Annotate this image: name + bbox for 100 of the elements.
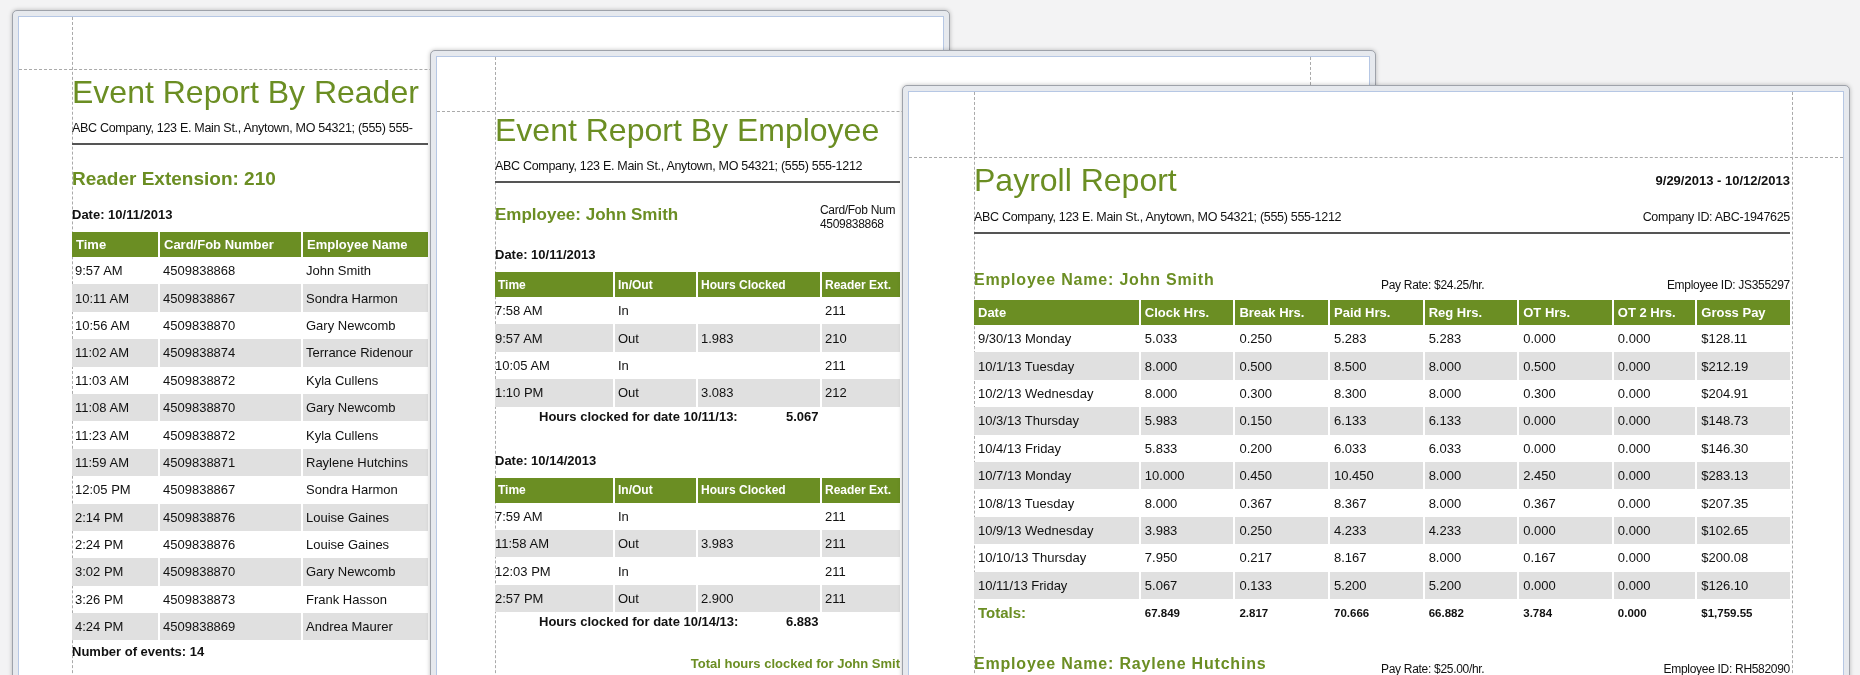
table-cell: Out [613, 379, 696, 407]
totals-value: 0.000 [1611, 598, 1696, 627]
table-cell: 8.000 [1138, 352, 1234, 380]
employee-heading: Employee: John Smith [495, 204, 679, 226]
table-cell: 0.450 [1233, 461, 1329, 490]
table-cell: 0.500 [1517, 352, 1612, 380]
table-cell: 8.000 [1422, 352, 1518, 380]
table-cell-text: 10/2/13 Wednesday [977, 384, 1095, 403]
table-cell: Out [613, 529, 696, 558]
company-address: ABC Company, 123 E. Main St., Anytown, MO 54321; (555) 555-1212 [974, 210, 1342, 224]
totals-label: Totals: [977, 603, 1028, 624]
column-header: OT Hrs. [1517, 300, 1612, 325]
table-cell: Gary Newcomb [301, 558, 428, 586]
total-hours: Total hours clocked for John Smit [690, 656, 900, 672]
table-cell: 212 [820, 379, 900, 407]
table-cell: 4509838869 [158, 613, 301, 641]
totals-value: 67.849 [1138, 598, 1234, 627]
employee-heading: Employee Name: Raylene Hutchins [974, 654, 1268, 675]
column-header: Break Hrs. [1233, 300, 1329, 325]
report-title: Payroll Report [974, 162, 1177, 198]
table-cell: 4.233 [1422, 516, 1518, 545]
column-header: Paid Hrs. [1328, 300, 1423, 325]
table-cell: $148.73 [1695, 407, 1790, 435]
table-cell: 211 [820, 529, 900, 558]
table-cell: 3.083 [696, 379, 820, 407]
table-cell: Louise Gaines [301, 503, 428, 531]
table-cell: 4509838870 [158, 393, 301, 422]
table-cell-text: 3:02 PM [74, 563, 125, 582]
totals-value: 2.817 [1233, 598, 1329, 627]
table-cell: Sondra Harmon [301, 284, 428, 312]
totals-value: 70.666 [1328, 598, 1423, 627]
table-cell-text: 10/9/13 Wednesday [977, 521, 1095, 540]
company-id: Company ID: ABC-1947625 [1642, 210, 1790, 224]
table-cell: 0.000 [1611, 571, 1696, 599]
table-cell: 0.000 [1611, 352, 1696, 380]
table-cell-text: 7:59 AM [495, 507, 544, 526]
table-cell-text: 10/1/13 Tuesday [977, 357, 1076, 376]
date-label: Date: 10/14/2013 [495, 452, 597, 469]
table-cell-text: 10/11/13 Friday [977, 576, 1069, 595]
table-cell: 4509838876 [158, 503, 301, 531]
table-cell-text: 1:10 PM [495, 384, 545, 403]
table-cell: 6.133 [1328, 407, 1423, 435]
table-cell: Raylene Hutchins [301, 448, 428, 477]
report-title: Event Report By Employee [495, 112, 880, 148]
table-cell: 4.233 [1328, 516, 1423, 545]
table-cell: 0.500 [1233, 352, 1329, 380]
table-cell: 8.500 [1328, 352, 1423, 380]
group-heading: Reader Extension: 210 [72, 167, 276, 191]
summary-label: Hours clocked for date 10/11/13: [539, 407, 739, 426]
date-label: Date: 10/11/2013 [495, 247, 596, 263]
table-cell-text: 11:59 AM [74, 453, 130, 472]
table-cell: 4509838874 [158, 339, 301, 367]
table-cell-text: 10/4/13 Friday [977, 439, 1063, 458]
table-cell: 0.000 [1611, 407, 1696, 435]
card-number: 4509838868 [820, 217, 885, 231]
date-label: Date: 10/11/2013 [72, 207, 173, 223]
table-cell: Out [613, 324, 696, 352]
totals-value: 3.784 [1517, 598, 1612, 627]
table-cell-text: 10:05 AM [495, 356, 551, 375]
column-header: Hours Clocked [696, 477, 820, 503]
company-address: ABC Company, 123 E. Main St., Anytown, MO 54321; (555) 555- [72, 121, 428, 145]
date-range: 9/29/2013 - 10/12/2013 [1655, 172, 1790, 188]
table-cell-text: 10:56 AM [74, 316, 131, 335]
table-cell: 1.983 [696, 324, 820, 352]
table-cell: 0.133 [1233, 571, 1329, 599]
table-cell-text: 7:58 AM [495, 302, 544, 321]
table-cell: 4509838867 [158, 284, 301, 312]
table-cell: $126.10 [1695, 571, 1790, 599]
table-cell: 211 [820, 584, 900, 613]
table-cell: 6.133 [1422, 407, 1518, 435]
table-cell-text: 11:08 AM [74, 399, 130, 418]
table-cell: $102.65 [1695, 516, 1790, 545]
table-cell: 5.200 [1328, 571, 1423, 599]
event-count: Number of events: 14 [72, 644, 205, 660]
summary-value: 5.067 [786, 407, 819, 426]
table-cell: 0.000 [1517, 571, 1612, 599]
table-cell-text: 12:03 PM [495, 562, 552, 581]
column-header: In/Out [613, 477, 696, 503]
table-cell: 0.000 [1611, 461, 1696, 490]
column-header: Hours Clocked [696, 272, 820, 297]
table-cell: 0.000 [1517, 407, 1612, 435]
table-cell: 0.000 [1517, 516, 1612, 545]
employee-heading: Employee Name: John Smith [974, 270, 1216, 290]
table-cell: 3.983 [1138, 516, 1234, 545]
table-cell: 0.000 [1611, 516, 1696, 545]
column-header: Reg Hrs. [1422, 300, 1518, 325]
table-cell-text: 4:24 PM [74, 618, 125, 637]
card-label: Card/Fob Num [820, 203, 897, 217]
table-cell: 2.900 [696, 584, 820, 613]
column-header: In/Out [613, 272, 696, 297]
table-cell: 5.983 [1138, 407, 1234, 435]
table-cell: 8.000 [1422, 461, 1518, 490]
table-cell-text: 11:03 AM [74, 371, 130, 390]
table-cell: 10.450 [1328, 461, 1423, 490]
column-header: Time [72, 232, 158, 257]
table-cell-text: 10/3/13 Thursday [977, 412, 1080, 431]
table-cell-text: 10/8/13 Tuesday [977, 494, 1076, 513]
column-header: Reader Ext. [820, 477, 900, 503]
table-cell-text: 9:57 AM [74, 262, 124, 281]
table-cell-text: 10/10/13 Thursday [977, 549, 1088, 568]
